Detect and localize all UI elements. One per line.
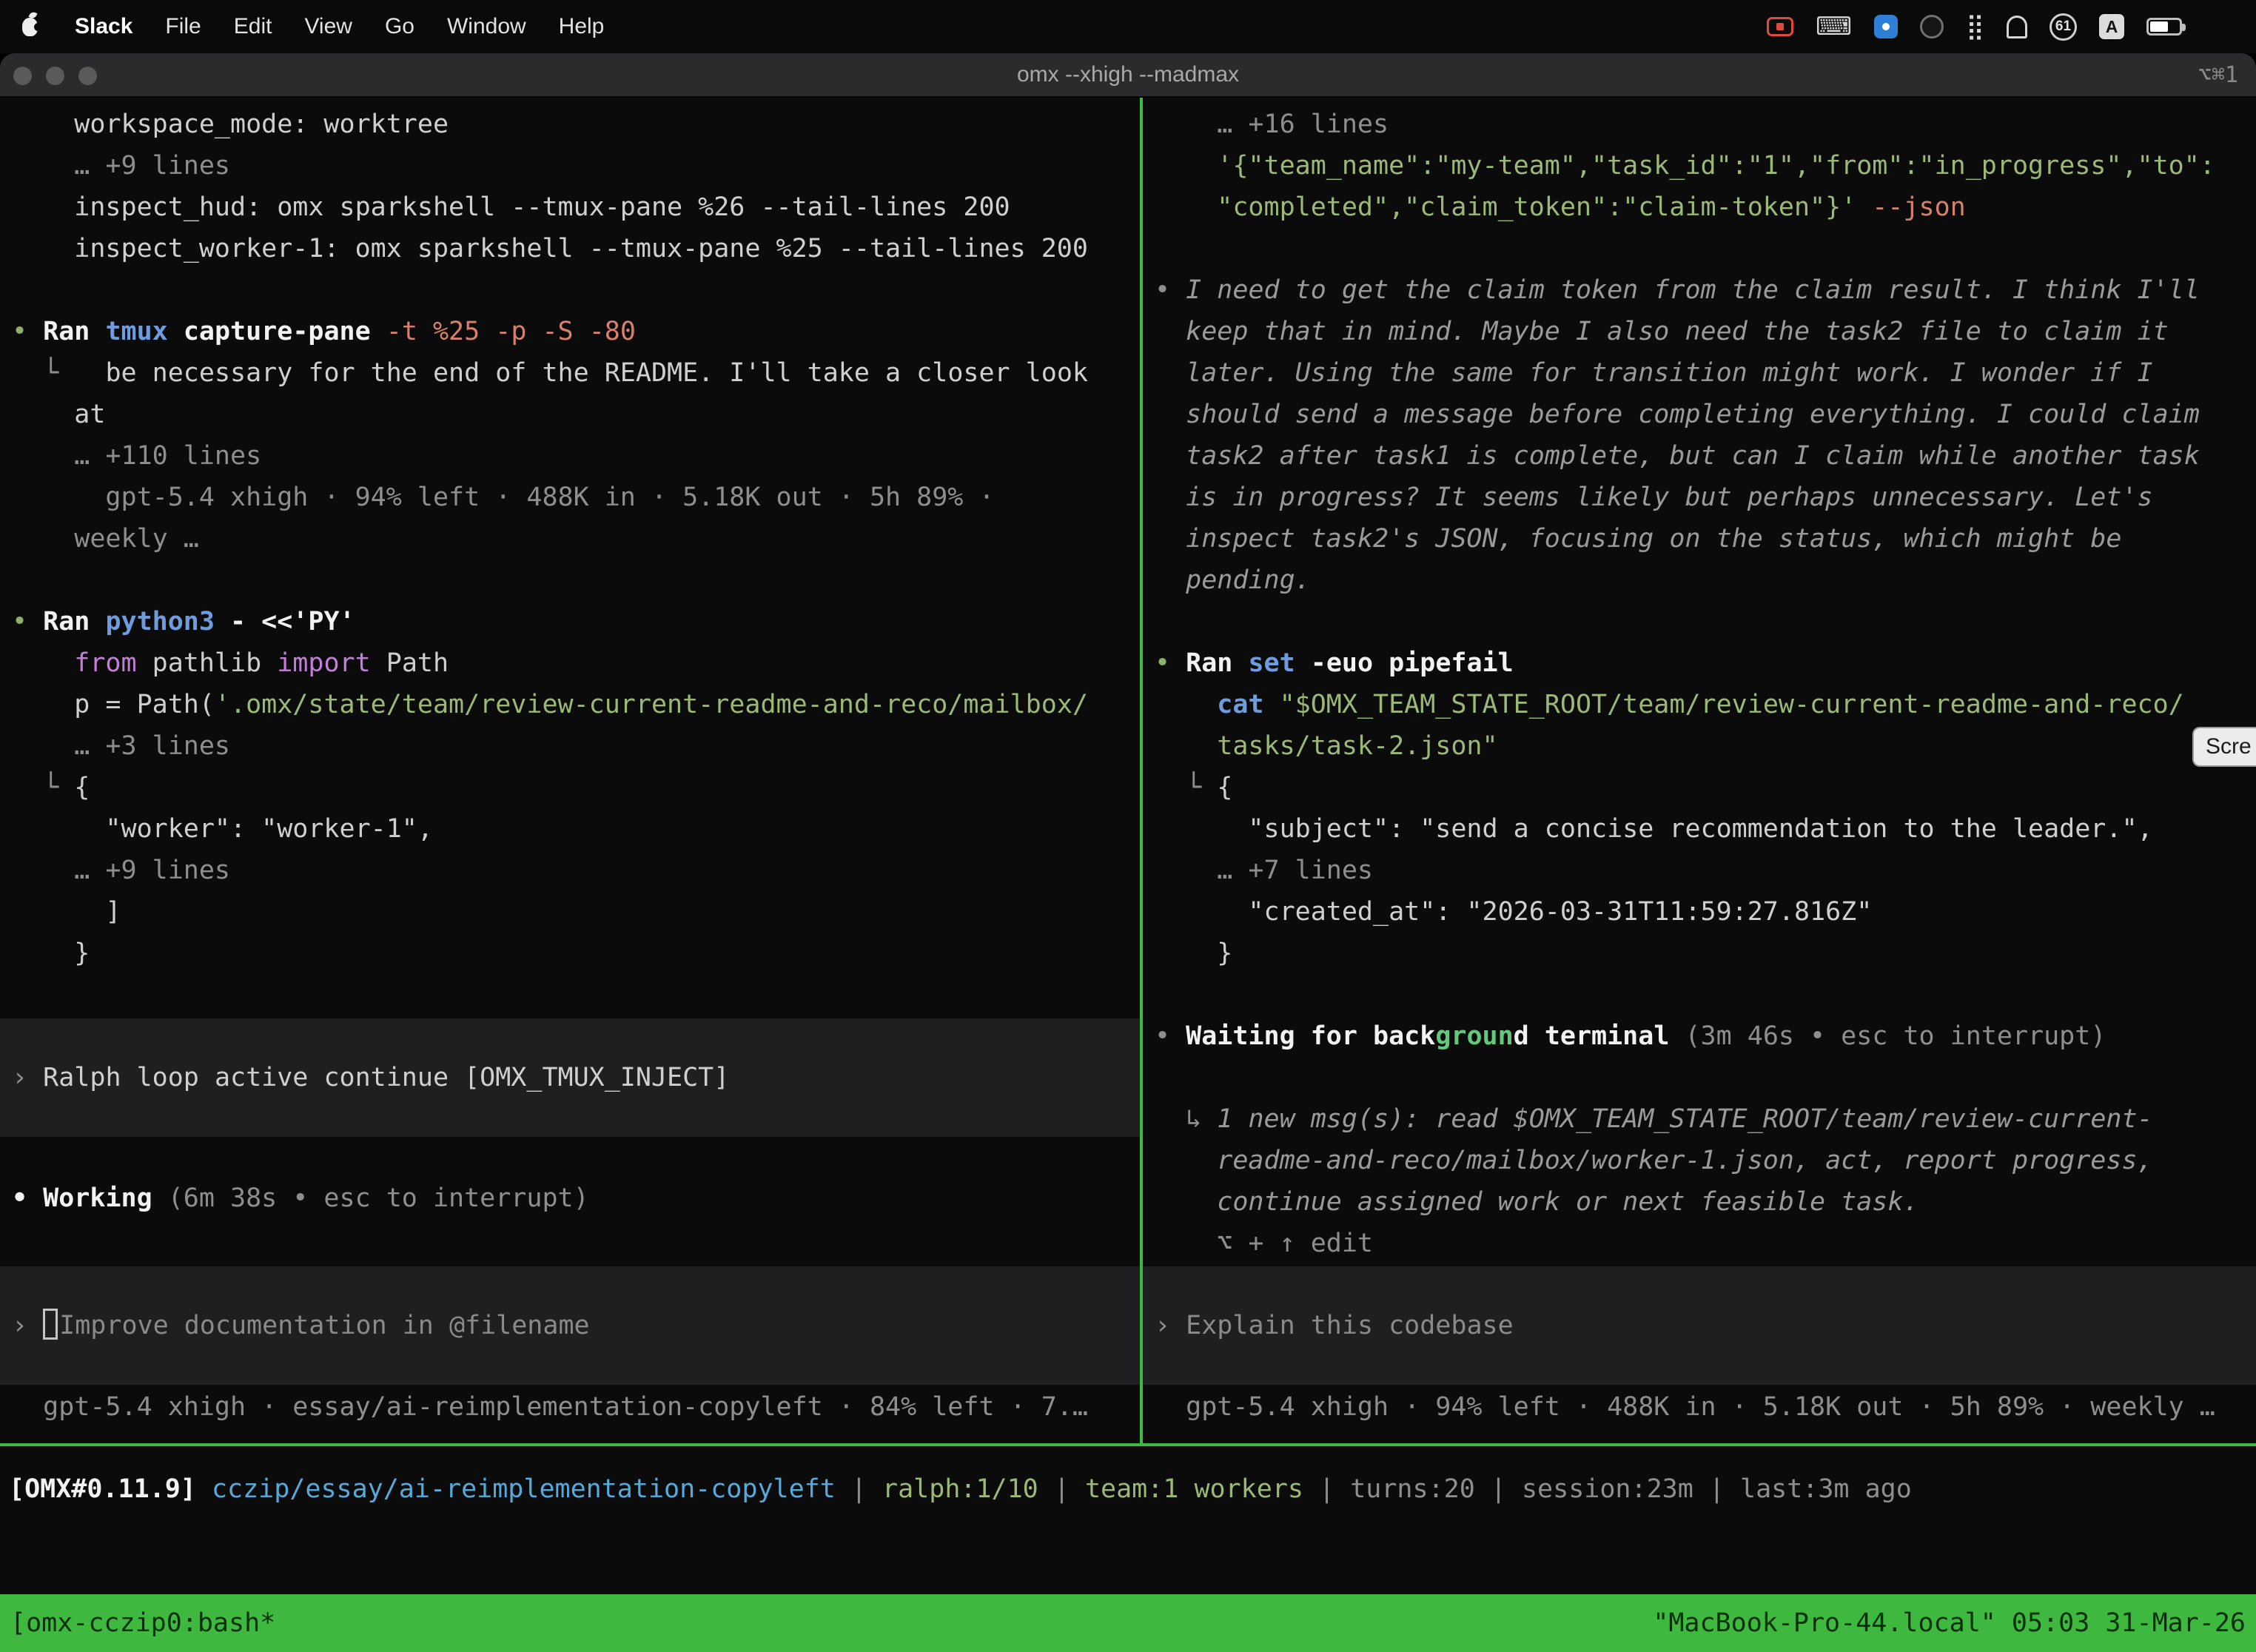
- ran-command-line: • Ran python3 - <<'PY': [12, 601, 1140, 642]
- terminal-line: from pathlib import Path: [12, 642, 1140, 684]
- terminal-block: • Ran python3 - <<'PY' from pathlib impo…: [12, 601, 1140, 974]
- terminal-line: gpt-5.4 xhigh · 94% left · 488K in · 5.1…: [12, 477, 1140, 518]
- terminal-line: }: [1155, 933, 2256, 974]
- terminal-line: inspect_worker-1: omx sparkshell --tmux-…: [12, 228, 1140, 269]
- ran-command-line: • Ran set -euo pipefail: [1155, 642, 2256, 684]
- screen-overlay-button[interactable]: Scre: [2192, 727, 2256, 767]
- terminal-line: └ {: [1155, 767, 2256, 808]
- menu-item-go[interactable]: Go: [385, 14, 414, 39]
- terminal-line: '{"team_name":"my-team","task_id":"1","f…: [1155, 145, 2256, 187]
- badge-61-icon[interactable]: 61: [2049, 13, 2077, 41]
- terminal-line: ]: [12, 891, 1140, 933]
- close-button[interactable]: [13, 67, 32, 85]
- terminal-line: pending.: [1155, 560, 2256, 601]
- terminal-line: inspect task2's JSON, focusing on the st…: [1155, 518, 2256, 560]
- terminal-block: … +16 lines '{"team_name":"my-team","tas…: [1155, 104, 2256, 228]
- composer-row[interactable]: › Improve documentation in @filename: [0, 1266, 1140, 1385]
- terminal-block: • Working (6m 38s • esc to interrupt): [12, 1178, 1140, 1219]
- terminal-line: "completed","claim_token":"claim-token"}…: [1155, 187, 2256, 228]
- terminal-block: workspace_mode: worktree … +9 lines insp…: [12, 104, 1140, 269]
- terminal-line: "created_at": "2026-03-31T11:59:27.816Z": [1155, 891, 2256, 933]
- terminal-line: └ be necessary for the end of the README…: [12, 352, 1140, 394]
- zoom-button[interactable]: [78, 67, 97, 85]
- control-center-icon[interactable]: [2204, 16, 2234, 37]
- ran-command-line: • Ran tmux capture-pane -t %25 -p -S -80: [12, 311, 1140, 352]
- thinking-text: • I need to get the claim token from the…: [1155, 269, 2256, 311]
- tmux-host-time: "MacBook-Pro-44.local" 05:03 31-Mar-26: [1653, 1608, 2246, 1638]
- terminal-block: • Ran set -euo pipefail cat "$OMX_TEAM_S…: [1155, 642, 2256, 974]
- ralph-loop-status: › Ralph loop active continue [OMX_TMUX_I…: [12, 1057, 1140, 1098]
- terminal-line: … +110 lines: [12, 435, 1140, 477]
- terminal-line: "worker": "worker-1",: [12, 808, 1140, 850]
- mailbox-message: ↳ 1 new msg(s): read $OMX_TEAM_STATE_ROO…: [1155, 1098, 2256, 1140]
- tmux-session-label[interactable]: [omx-cczip0:bash*: [10, 1608, 275, 1638]
- composer-input[interactable]: › Explain this codebase: [1155, 1305, 2256, 1346]
- menu-item-edit[interactable]: Edit: [234, 14, 272, 39]
- terminal-block: • Ran tmux capture-pane -t %25 -p -S -80…: [12, 311, 1140, 560]
- omx-status-pane: [OMX#0.11.9] cczip/essay/ai-reimplementa…: [0, 1446, 2256, 1594]
- menu-item-file[interactable]: File: [165, 14, 201, 39]
- working-status: • Working (6m 38s • esc to interrupt): [12, 1178, 1140, 1219]
- terminal-pane-left[interactable]: workspace_mode: worktree … +9 lines insp…: [0, 98, 1140, 1443]
- menu-item-view[interactable]: View: [304, 14, 352, 39]
- ralph-loop-row[interactable]: › Ralph loop active continue [OMX_TMUX_I…: [0, 1018, 1140, 1137]
- screen-recording-icon[interactable]: [1767, 17, 1793, 36]
- menu-item-help[interactable]: Help: [559, 14, 605, 39]
- terminal-block: ↳ 1 new msg(s): read $OMX_TEAM_STATE_ROO…: [1155, 1098, 2256, 1264]
- terminal-line: weekly …: [12, 518, 1140, 560]
- grid-icon[interactable]: ⣿: [1966, 14, 1984, 39]
- terminal-line: later. Using the same for transition mig…: [1155, 352, 2256, 394]
- terminal-line: … +16 lines: [1155, 104, 2256, 145]
- window-title-bar[interactable]: omx --xhigh --madmax ⌥⌘1: [0, 53, 2256, 98]
- terminal-line: cat "$OMX_TEAM_STATE_ROOT/team/review-cu…: [1155, 684, 2256, 725]
- terminal-window: omx --xhigh --madmax ⌥⌘1 workspace_mode:…: [0, 53, 2256, 1652]
- terminal-block: gpt-5.4 xhigh · 94% left · 488K in · 5.1…: [1155, 1386, 2256, 1428]
- terminal-line: readme-and-reco/mailbox/worker-1.json, a…: [1155, 1140, 2256, 1181]
- terminal-line: … +9 lines: [12, 145, 1140, 187]
- window-shortcut-hint: ⌥⌘1: [2198, 62, 2238, 88]
- text-cursor: [43, 1309, 58, 1340]
- battery-icon[interactable]: [2146, 18, 2182, 36]
- terminal-line: }: [12, 933, 1140, 974]
- apple-menu-icon[interactable]: [22, 18, 38, 36]
- terminal-line: p = Path('.omx/state/team/review-current…: [12, 684, 1140, 725]
- terminal-line: … +7 lines: [1155, 850, 2256, 891]
- terminal-block: [OMX#0.11.9] cczip/essay/ai-reimplementa…: [9, 1468, 2256, 1510]
- terminal-line: … +9 lines: [12, 850, 1140, 891]
- terminal-line: at: [12, 394, 1140, 435]
- terminal-line: └ {: [12, 767, 1140, 808]
- terminal-block: • Waiting for background terminal (3m 46…: [1155, 1015, 2256, 1057]
- input-source-icon[interactable]: A: [2099, 14, 2124, 39]
- blue-app-icon[interactable]: [1874, 15, 1898, 38]
- tmux-status-bar: [omx-cczip0:bash* "MacBook-Pro-44.local"…: [0, 1594, 2256, 1652]
- menu-item-window[interactable]: Window: [447, 14, 526, 39]
- omx-status-line: [OMX#0.11.9] cczip/essay/ai-reimplementa…: [9, 1468, 2256, 1510]
- keyboard-icon[interactable]: ⌨: [1816, 14, 1852, 39]
- menu-bar: Slack File Edit View Go Window Help ⌨ ⣿ …: [0, 0, 2256, 53]
- terminal-line: workspace_mode: worktree: [12, 104, 1140, 145]
- terminal-line: keep that in mind. Maybe I also need the…: [1155, 311, 2256, 352]
- terminal-line: should send a message before completing …: [1155, 394, 2256, 435]
- minimize-button[interactable]: [46, 67, 64, 85]
- terminal-line: "subject": "send a concise recommendatio…: [1155, 808, 2256, 850]
- terminal-block: • I need to get the claim token from the…: [1155, 269, 2256, 601]
- terminal-line: is in progress? It seems likely but perh…: [1155, 477, 2256, 518]
- session-status: gpt-5.4 xhigh · 94% left · 488K in · 5.1…: [1155, 1386, 2256, 1428]
- terminal-line: task2 after task1 is complete, but can I…: [1155, 435, 2256, 477]
- terminal-block: gpt-5.4 xhigh · essay/ai-reimplementatio…: [12, 1386, 1140, 1428]
- composer-row[interactable]: › Explain this codebase: [1143, 1266, 2256, 1385]
- menu-app-name[interactable]: Slack: [75, 14, 132, 39]
- ghost-icon[interactable]: [2007, 16, 2027, 38]
- edit-hint: ⌥ + ↑ edit: [1155, 1223, 2256, 1264]
- session-status: gpt-5.4 xhigh · essay/ai-reimplementatio…: [12, 1386, 1140, 1428]
- terminal-line: inspect_hud: omx sparkshell --tmux-pane …: [12, 187, 1140, 228]
- waiting-status: • Waiting for background terminal (3m 46…: [1155, 1015, 2256, 1057]
- dark-app-icon[interactable]: [1920, 15, 1944, 38]
- terminal-line: tasks/task-2.json": [1155, 725, 2256, 767]
- terminal-pane-right[interactable]: … +16 lines '{"team_name":"my-team","tas…: [1143, 98, 2256, 1443]
- composer-input[interactable]: › Improve documentation in @filename: [12, 1305, 1140, 1346]
- terminal-line: … +3 lines: [12, 725, 1140, 767]
- window-title: omx --xhigh --madmax: [1017, 62, 1239, 87]
- terminal-line: continue assigned work or next feasible …: [1155, 1181, 2256, 1223]
